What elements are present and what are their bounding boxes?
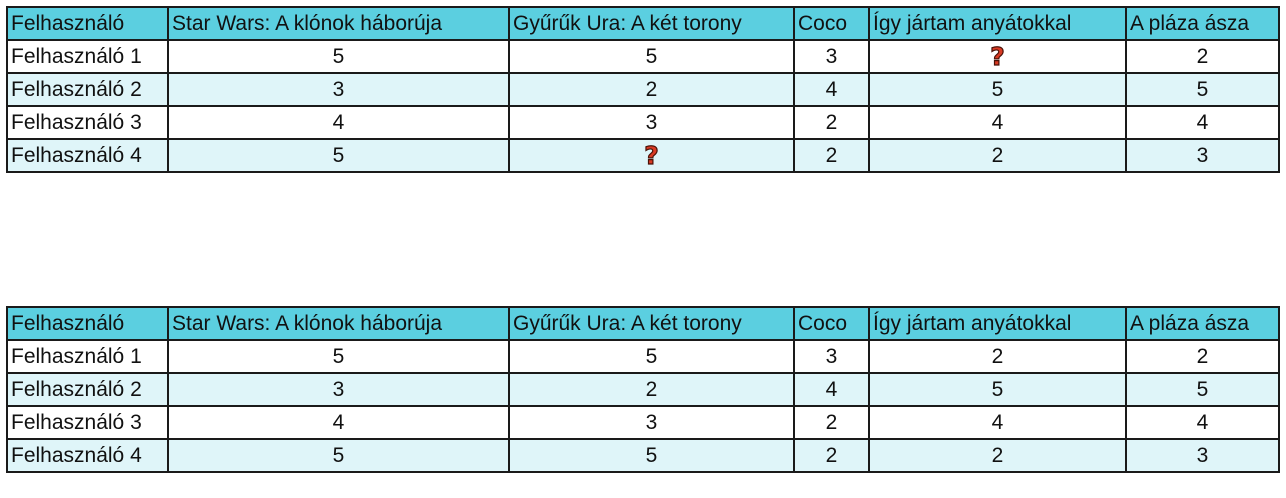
table-header: Felhasználó Star Wars: A klónok háborúja G… — [6, 306, 1280, 341]
column-header-title: Így jártam anyátokkal — [868, 6, 1127, 41]
rating-cell: 4 — [1125, 105, 1280, 140]
rating-cell: 3 — [167, 72, 510, 107]
rating-cell: 3 — [508, 105, 795, 140]
rating-cell: 5 — [508, 39, 795, 74]
column-header-title: Így jártam anyátokkal — [868, 306, 1127, 341]
table-row: Felhasználó 1 5 5 3? 2 — [6, 39, 1280, 74]
user-name-cell: Felhasználó 1 — [6, 339, 169, 374]
user-name-cell: Felhasználó 2 — [6, 372, 169, 407]
table-row: Felhasználó 4 5? 2 2 3 — [6, 138, 1280, 173]
rating-cell: 5 — [868, 72, 1127, 107]
user-name-cell: Felhasználó 1 — [6, 39, 169, 74]
rating-cell: 5 — [868, 372, 1127, 407]
table-row: Felhasználó 232455 — [6, 72, 1280, 107]
column-header-title: Star Wars: A klónok háborúja — [167, 306, 510, 341]
user-name-cell: Felhasználó 4 — [6, 138, 169, 173]
column-header-title: Star Wars: A klónok háborúja — [167, 6, 510, 41]
column-header-title: Gyűrűk Ura: A két torony — [508, 306, 795, 341]
column-header-title: Coco — [793, 6, 870, 41]
rating-cell: 5 — [508, 339, 795, 374]
rating-cell: 2 — [793, 438, 870, 473]
rating-cell: 2 — [793, 138, 870, 173]
column-header-user: Felhasználó — [6, 306, 169, 341]
rating-cell: 5 — [1125, 372, 1280, 407]
rating-cell: 4 — [793, 72, 870, 107]
rating-cell: 3 — [1125, 438, 1280, 473]
rating-cell: 4 — [167, 405, 510, 440]
rating-cell: 2 — [1125, 39, 1280, 74]
column-header-title: A pláza ásza — [1125, 6, 1280, 41]
rating-cell: 4 — [167, 105, 510, 140]
rating-cell: 5 — [167, 39, 510, 74]
table-row: Felhasználó 155322 — [6, 339, 1280, 374]
missing-rating-cell: ? — [868, 39, 1127, 74]
rating-cell: 3 — [793, 39, 870, 74]
user-name-cell: Felhasználó 2 — [6, 72, 169, 107]
column-header-title: Coco — [793, 306, 870, 341]
rating-cell: 5 — [167, 138, 510, 173]
user-name-cell: Felhasználó 4 — [6, 438, 169, 473]
header-row: Felhasználó Star Wars: A klónok háborúja G… — [6, 306, 1280, 341]
ratings-table-complete: Felhasználó Star Wars: A klónok háborúja G… — [6, 306, 1280, 473]
rating-cell: 3 — [508, 405, 795, 440]
table-row: Felhasználó 455223 — [6, 438, 1280, 473]
question-mark-icon: ? — [644, 141, 660, 171]
table-row: Felhasználó 232455 — [6, 372, 1280, 407]
missing-rating-cell: ? — [508, 138, 795, 173]
table-body: Felhasználó 1 5 5 3? 2 Felhasználó 2 3 2 4 5 5 Felh… — [6, 39, 1280, 173]
rating-cell: 2 — [868, 438, 1127, 473]
column-header-title: A pláza ásza — [1125, 306, 1280, 341]
rating-cell: 5 — [1125, 72, 1280, 107]
column-header-title: Gyűrűk Ura: A két torony — [508, 6, 795, 41]
rating-cell: 5 — [508, 438, 795, 473]
column-header-user: Felhasználó — [6, 6, 169, 41]
rating-cell: 2 — [868, 138, 1127, 173]
table-row: Felhasználó 343244 — [6, 105, 1280, 140]
rating-cell: 4 — [1125, 405, 1280, 440]
rating-cell: 3 — [167, 372, 510, 407]
table-header: Felhasználó Star Wars: A klónok háborúja G… — [6, 6, 1280, 41]
rating-cell: 2 — [793, 405, 870, 440]
rating-cell: 2 — [508, 72, 795, 107]
header-row: Felhasználó Star Wars: A klónok háborúja G… — [6, 6, 1280, 41]
user-name-cell: Felhasználó 3 — [6, 405, 169, 440]
table-body: Felhasználó 1 5 5 3 2 2 Felhasználó 2 3 2 4 5 5 Felh… — [6, 339, 1280, 473]
user-name-cell: Felhasználó 3 — [6, 105, 169, 140]
rating-cell: 3 — [793, 339, 870, 374]
rating-cell: 5 — [167, 438, 510, 473]
rating-cell: 4 — [793, 372, 870, 407]
question-mark-icon: ? — [990, 42, 1006, 72]
rating-cell: 3 — [1125, 138, 1280, 173]
rating-cell: 2 — [793, 105, 870, 140]
rating-cell: 4 — [868, 105, 1127, 140]
rating-cell: 2 — [508, 372, 795, 407]
rating-cell: 2 — [1125, 339, 1280, 374]
table-row: Felhasználó 343244 — [6, 405, 1280, 440]
ratings-table-incomplete: Felhasználó Star Wars: A klónok háborúja G… — [6, 6, 1280, 173]
rating-cell: 2 — [868, 339, 1127, 374]
rating-cell: 4 — [868, 405, 1127, 440]
rating-cell: 5 — [167, 339, 510, 374]
